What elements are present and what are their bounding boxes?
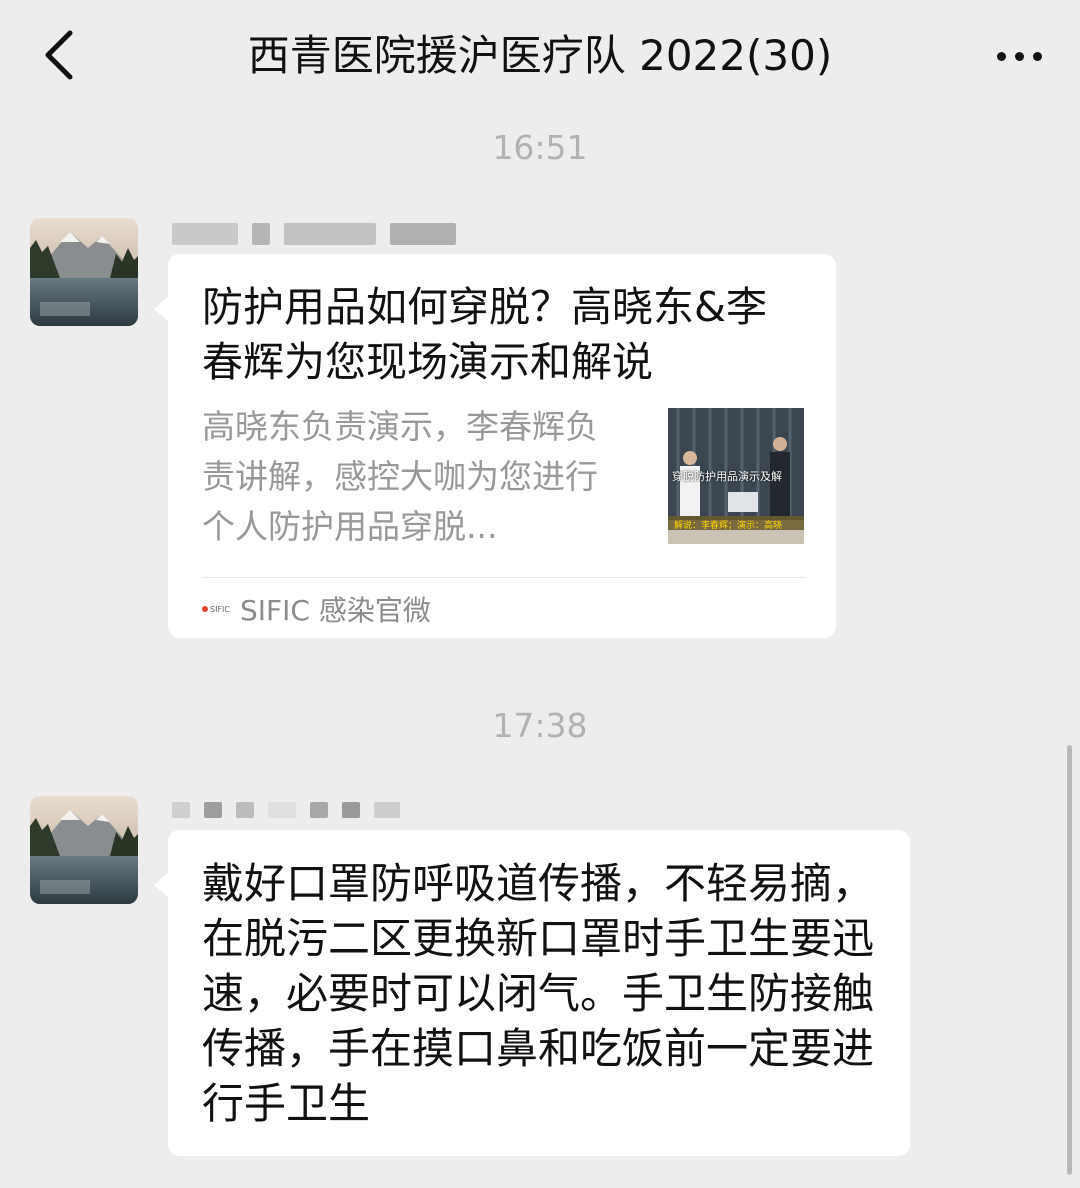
card-thumbnail: 穿脱防护用品演示及解 解说：李春辉；演示：高晓 [668, 408, 804, 544]
sender-name-blurred [172, 792, 400, 828]
blurred-text [252, 223, 270, 245]
card-description: 高晓东负责演示，李春辉负责讲解，感控大咖为您进行个人防护用品穿脱... [202, 407, 598, 546]
blurred-text [310, 802, 328, 818]
avatar-landscape-image [30, 218, 138, 326]
more-options-button[interactable] [984, 24, 1054, 88]
blurred-text [390, 223, 456, 245]
avatar[interactable] [30, 796, 138, 904]
message-text: 戴好口罩防呼吸道传播，不轻易摘，在脱污二区更换新口罩时手卫生要迅速，必要时可以闭… [202, 859, 875, 1128]
blurred-text [342, 802, 360, 818]
blurred-text [172, 223, 238, 245]
sific-logo-icon: SIFIC [202, 605, 230, 614]
timestamp: 17:38 [492, 706, 588, 745]
thumb-overlay-text: 穿脱防护用品演示及解 [672, 470, 782, 483]
blurred-text [374, 802, 400, 818]
back-button[interactable] [24, 20, 94, 90]
text-message-bubble[interactable]: 戴好口罩防呼吸道传播，不轻易摘，在脱污二区更换新口罩时手卫生要迅速，必要时可以闭… [154, 830, 910, 1156]
more-dot [996, 51, 1006, 61]
sender-name-blurred [172, 216, 456, 252]
card-source-label: SIFIC 感染官微 [239, 594, 431, 627]
card-divider [202, 577, 806, 578]
link-card[interactable]: 防护用品如何穿脱？高晓东&李春辉为您现场演示和解说 高晓东负责演示，李春辉负责讲… [154, 254, 836, 638]
more-dot [1014, 51, 1024, 61]
thumb-caption: 解说：李春辉；演示：高晓 [674, 521, 783, 531]
chevron-left-icon [45, 30, 73, 80]
timestamp: 16:51 [492, 128, 588, 167]
blurred-text [284, 223, 376, 245]
blurred-text [268, 802, 296, 818]
blurred-text [204, 802, 222, 818]
blurred-text [236, 802, 254, 818]
card-source: SIFIC SIFIC 感染官微 [202, 584, 431, 634]
avatar-landscape-image [30, 796, 138, 904]
more-dot [1032, 51, 1042, 61]
chat-header: 西青医院援沪医疗队 2022(30) [0, 0, 1080, 112]
scrollbar[interactable] [1067, 745, 1072, 1175]
card-title: 防护用品如何穿脱？高晓东&李春辉为您现场演示和解说 [202, 283, 767, 386]
avatar[interactable] [30, 218, 138, 326]
chat-title: 西青医院援沪医疗队 2022(30) [247, 31, 833, 80]
blurred-text [172, 802, 190, 818]
